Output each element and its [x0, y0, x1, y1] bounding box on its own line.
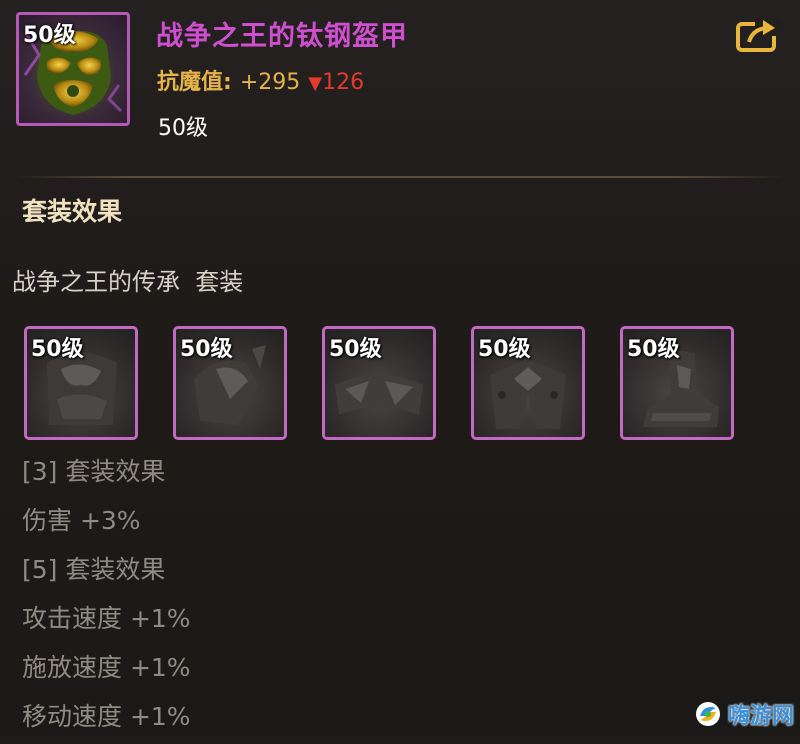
- set-item-slot-5[interactable]: 50级: [620, 326, 734, 440]
- set-name: 战争之王的传承 套装: [12, 268, 244, 296]
- set-bonus-attack-speed: 攻击速度 +1%: [22, 604, 191, 633]
- share-button[interactable]: [735, 16, 781, 54]
- set-bonus-damage: 伤害 +3%: [22, 506, 141, 535]
- item-name: 战争之王的钛钢盔甲: [156, 21, 408, 52]
- set-bonus-3-header: [3] 套装效果: [22, 457, 166, 486]
- item-level-badge: 50级: [23, 23, 76, 48]
- set-item-level: 50级: [627, 337, 680, 362]
- share-icon: [736, 18, 779, 52]
- stat-row: 抗魔值: +295 ▼126: [157, 64, 364, 96]
- set-item-slot-2[interactable]: 50级: [173, 326, 287, 440]
- set-item-slot-4[interactable]: 50级: [471, 326, 585, 440]
- stat-value: +295: [239, 70, 301, 95]
- item-tooltip-panel: 50级 战争之王的钛钢盔甲 抗魔值: +295 ▼126 50级 套装效果 战争之王…: [0, 0, 800, 736]
- divider: [14, 176, 786, 178]
- set-effect-title: 套装效果: [22, 197, 123, 226]
- item-level-text: 50级: [158, 116, 208, 141]
- item-icon[interactable]: 50级: [16, 12, 130, 126]
- watermark: 嗨游网: [694, 698, 794, 730]
- stat-label: 抗魔值:: [157, 70, 232, 95]
- set-bonus-move-speed: 移动速度 +1%: [22, 702, 191, 731]
- down-arrow-icon: ▼: [308, 73, 323, 94]
- set-bonus-cast-speed: 施放速度 +1%: [22, 653, 191, 682]
- stat-diff: ▼126: [308, 70, 364, 95]
- set-item-level: 50级: [180, 337, 233, 362]
- set-item-level: 50级: [478, 337, 531, 362]
- set-bonus-5-header: [5] 套装效果: [22, 555, 166, 584]
- set-item-level: 50级: [31, 337, 84, 362]
- set-item-level: 50级: [329, 337, 382, 362]
- stat-diff-value: 126: [322, 70, 365, 95]
- site-logo-icon: [696, 702, 720, 726]
- set-item-slot-3[interactable]: 50级: [322, 326, 436, 440]
- set-effects-list: [3] 套装效果 伤害 +3% [5] 套装效果 攻击速度 +1% 施放速度 +…: [22, 450, 191, 744]
- watermark-text: 嗨游网: [728, 704, 795, 729]
- set-item-slot-1[interactable]: 50级: [24, 326, 138, 440]
